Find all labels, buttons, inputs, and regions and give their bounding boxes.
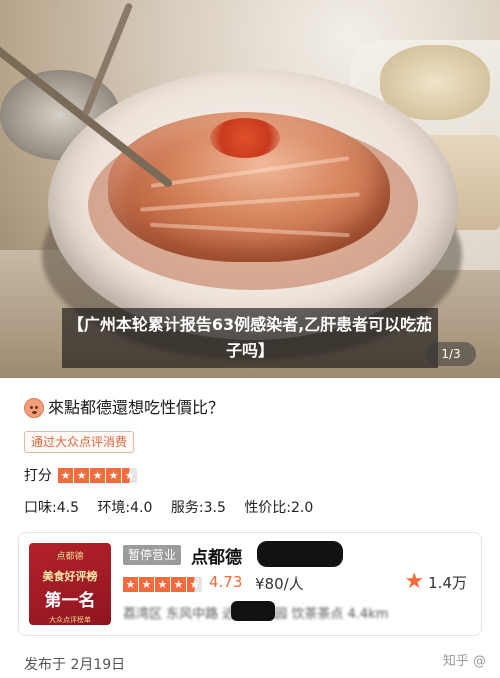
posted-date: 发布于 2月19日 <box>24 657 126 673</box>
zhihu-watermark: 知乎 @ <box>442 654 486 669</box>
shy-face-icon <box>24 398 44 418</box>
rating-label: 打分 <box>24 468 52 484</box>
redaction-mark <box>231 601 275 621</box>
shop-name[interactable]: 点都德 <box>191 543 242 568</box>
photo-caption-text: 【广州本轮累计报告63例感染者,乙肝患者可以吃茄子吗】 <box>67 315 433 360</box>
star-icon: ★ <box>58 467 73 483</box>
shop-rating-stars: ★ ★ ★ ★ ★ <box>123 577 203 592</box>
score-environment: 环境:4.0 <box>97 500 153 516</box>
half-star-icon: ★ <box>187 577 202 592</box>
rating-stars: ★ ★ ★ ★ ★ <box>58 467 138 483</box>
post-question: 來點都德還想吃性價比？ <box>24 397 224 419</box>
star-icon: ★ <box>106 467 121 483</box>
badge-sub: 大众点评榜单 <box>49 616 91 624</box>
half-star-icon: ★ <box>122 467 137 483</box>
dim-sum-photo[interactable]: 【广州本轮累计报告63例感染者,乙肝患者可以吃茄子吗】 1/3 <box>0 0 500 378</box>
shop-card[interactable]: 点都德 美食好评榜 第一名 大众点评榜单 暂停营业 点都德 ★ ★ ★ ★ ★ … <box>18 532 482 636</box>
dianping-source-tag[interactable]: 通过大众点评消费 <box>24 431 135 453</box>
status-badge: 暂停营业 <box>123 545 182 565</box>
favorites-count: ★ 1.4万 <box>404 571 467 593</box>
star-icon: ★ <box>139 577 154 592</box>
score-taste: 口味:4.5 <box>24 500 79 516</box>
star-icon: ★ <box>90 467 105 483</box>
shop-score: 4.73 <box>209 573 243 591</box>
star-icon: ★ <box>74 467 89 483</box>
redaction-mark <box>257 541 343 567</box>
star-icon: ★ <box>404 569 425 594</box>
badge-title: 美食好评榜 <box>42 570 98 583</box>
badge-brand: 点都德 <box>56 552 84 562</box>
image-pager: 1/3 <box>426 342 476 366</box>
score-service: 服务:3.5 <box>170 500 226 516</box>
fish-roe <box>210 118 280 158</box>
score-value: 性价比:2.0 <box>244 500 314 516</box>
star-icon: ★ <box>155 577 170 592</box>
shop-price: ¥80/人 <box>255 575 304 593</box>
rating-row: 打分 ★ ★ ★ ★ ★ <box>24 465 138 485</box>
star-icon: ★ <box>171 577 186 592</box>
post-question-text: 來點都德還想吃性價比？ <box>48 398 225 417</box>
photo-caption: 【广州本轮累计报告63例感染者,乙肝患者可以吃茄子吗】 <box>62 308 438 368</box>
badge-rank: 第一名 <box>44 591 96 611</box>
star-icon: ★ <box>123 577 138 592</box>
sub-scores: 口味:4.5 环境:4.0 服务:3.5 性价比:2.0 <box>24 497 323 517</box>
favorites-value: 1.4万 <box>428 573 467 592</box>
ranking-badge: 点都德 美食好评榜 第一名 大众点评榜单 <box>29 543 111 625</box>
